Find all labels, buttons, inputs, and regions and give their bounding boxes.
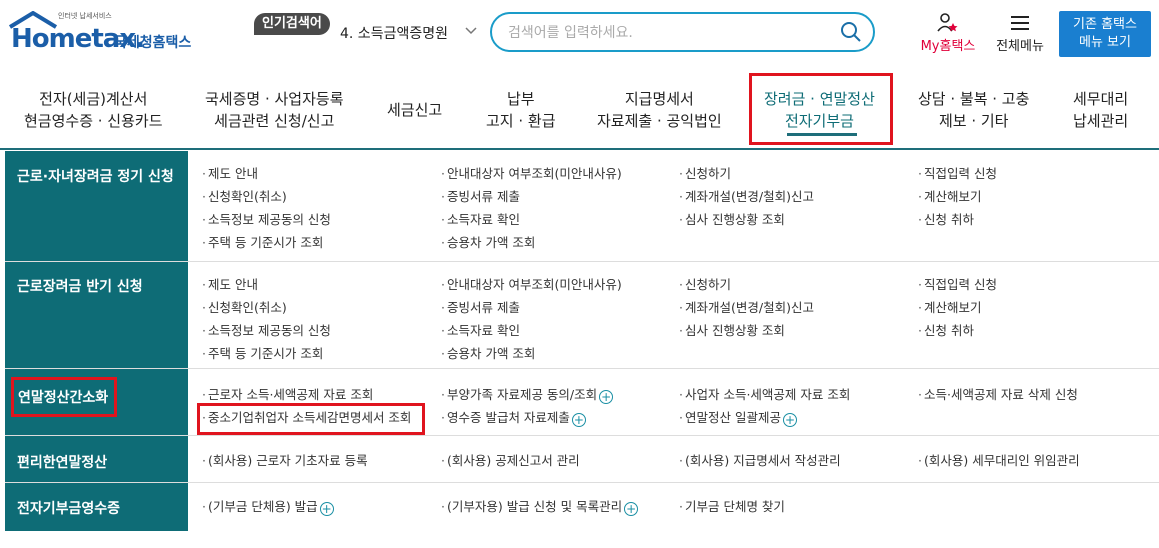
link-item[interactable]: · 기부금 단체명 찾기 [679,496,785,515]
link-item[interactable]: · 직접입력 신청 [918,274,997,293]
link-item[interactable]: · 연말정산 일괄제공 + [679,407,797,427]
link-item[interactable]: · 신청확인(취소) [202,186,287,205]
link-item[interactable]: · 계산해보기 [918,297,982,316]
old-menu-button[interactable]: 기존 홈택스 메뉴 보기 [1059,11,1151,57]
section-title[interactable]: 전자기부금영수증 [17,498,120,518]
gnb-label-line1: 납부 [506,90,535,108]
link-item[interactable]: · 안내대상자 여부조회(미안내사유) [441,274,622,293]
section-title[interactable]: 근로·자녀장려금 정기 신청 [17,166,174,186]
link-item[interactable]: · 승용차 가액 조회 [441,232,535,251]
gnb-item-payment-statement[interactable]: 지급명세서 자료제출 · 공익법인 [597,88,722,132]
link-item[interactable]: · 제도 안내 [202,274,258,293]
link-item[interactable]: · 신청하기 [679,163,731,182]
link-item[interactable]: · 소득정보 제공동의 신청 [202,320,331,339]
link-item[interactable]: · (기부자용) 발급 신청 및 목록관리 + [441,496,639,516]
search-box [490,12,875,52]
section-title[interactable]: 근로장려금 반기 신청 [17,276,143,296]
gnb-label-line2: 자료제출 · 공익법인 [597,112,722,130]
plus-circle-icon[interactable]: + [571,413,586,427]
section-title[interactable]: 편리한연말정산 [17,452,107,472]
gnb-item-e-invoice[interactable]: 전자(세금)계산서 현금영수증 · 신용카드 [24,88,163,132]
all-menu-button[interactable]: 전체메뉴 [990,13,1050,54]
logo-tagline: 인터넷 납세서비스 [58,12,112,20]
plus-circle-icon[interactable]: + [624,502,639,516]
link-item[interactable]: · (기부금 단체용) 발급 + [202,496,334,516]
link-item[interactable]: · 사업자 소득·세액공제 자료 조회 [679,384,850,403]
link-item[interactable]: · 계좌개설(변경/철회)신고 [679,297,814,316]
gnb-label-line1: 전자(세금)계산서 [39,90,148,108]
link-item[interactable]: · (회사용) 근로자 기초자료 등록 [202,450,368,469]
link-item[interactable]: · (회사용) 세무대리인 위임관리 [918,450,1080,469]
chevron-down-icon[interactable] [465,24,477,36]
link-item[interactable]: · 심사 진행상황 조회 [679,209,785,228]
gnb-item-tax-return[interactable]: 세금신고 [387,99,442,121]
my-hometax-label: My홈택스 [920,39,976,54]
link-item[interactable]: · 심사 진행상황 조회 [679,320,785,339]
link-item[interactable]: · 소득자료 확인 [441,320,520,339]
link-item[interactable]: · 증빙서류 제출 [441,186,520,205]
link-item[interactable]: · (회사용) 지급명세서 작성관리 [679,450,841,469]
link-item[interactable]: · 주택 등 기준시가 조회 [202,343,323,362]
link-item[interactable]: · 신청확인(취소) [202,297,287,316]
link-item[interactable]: · 신청 취하 [918,320,974,339]
link-item[interactable]: · 신청 취하 [918,209,974,228]
link-item[interactable]: · 소득·세액공제 자료 삭제 신청 [918,384,1078,403]
link-item[interactable]: · 제도 안내 [202,163,258,182]
highlight-box-section-title [11,377,117,417]
link-item[interactable]: · 소득정보 제공동의 신청 [202,209,331,228]
link-item[interactable]: · 영수증 발급처 자료제출 + [441,407,586,427]
gnb-item-tax-agent[interactable]: 세무대리 납세관리 [1073,88,1128,132]
link-item[interactable]: · 부양가족 자료제공 동의/조회 + [441,384,614,404]
link-item[interactable]: · 안내대상자 여부조회(미안내사유) [441,163,622,182]
popular-search-item[interactable]: 4. 소득금액증명원 [340,23,448,43]
old-menu-line1: 기존 홈택스 [1073,17,1137,32]
gnb-label-line1: 세무대리 [1073,90,1129,108]
old-menu-line2: 메뉴 보기 [1079,35,1131,50]
link-item[interactable]: · 계산해보기 [918,186,982,205]
gnb-item-certificate[interactable]: 국세증명 · 사업자등록 세금관련 신청/신고 [205,88,344,132]
gnb-label-line2: 현금영수증 · 신용카드 [24,112,163,130]
link-item[interactable]: · (회사용) 공제신고서 관리 [441,450,580,469]
all-menu-label: 전체메뉴 [996,39,1044,54]
gnb-label-line2: 고지 · 환급 [486,112,556,130]
plus-circle-icon[interactable]: + [319,502,334,516]
search-input[interactable] [508,22,828,44]
hometax-logo[interactable]: 인터넷 납세서비스 Hometax. 국세청홈택스 [8,10,208,54]
gnb-label-line1: 국세증명 · 사업자등록 [205,90,344,108]
gnb-item-payment[interactable]: 납부 고지 · 환급 [486,88,556,132]
popular-search-label: 인기검색어 [254,13,330,35]
logo-korean: 국세청홈택스 [114,35,192,51]
gnb-label-line2: 세금관련 신청/신고 [214,112,335,130]
plus-circle-icon[interactable]: + [782,413,797,427]
highlight-box-link [197,403,425,435]
link-item[interactable]: · 증빙서류 제출 [441,297,520,316]
highlight-box-active-tab [749,73,893,145]
link-item[interactable]: · 소득자료 확인 [441,209,520,228]
gnb-label-line2: 제보 · 기타 [938,112,1009,130]
link-item[interactable]: · 근로자 소득·세액공제 자료 조회 [202,384,373,403]
search-icon[interactable] [839,20,863,44]
top-header: 인터넷 납세서비스 Hometax. 국세청홈택스 인기검색어 4. 소득금액증… [0,0,1159,70]
link-item[interactable]: · 계좌개설(변경/철회)신고 [679,186,814,205]
gnb-label-line1: 세금신고 [387,101,443,119]
hamburger-icon [1011,16,1029,30]
my-hometax-button[interactable]: My홈택스 [915,13,981,54]
user-icon [937,13,958,32]
gnb-item-consulting[interactable]: 상담 · 불복 · 고충 제보 · 기타 [918,88,1029,132]
link-item[interactable]: · 주택 등 기준시가 조회 [202,232,323,251]
link-item[interactable]: · 승용차 가액 조회 [441,343,535,362]
link-item[interactable]: · 신청하기 [679,274,731,293]
plus-circle-icon[interactable]: + [599,390,614,404]
gnb-label-line1: 상담 · 불복 · 고충 [918,90,1030,108]
gnb-label-line1: 지급명세서 [624,90,694,108]
gnb-label-line2: 납세관리 [1073,112,1129,130]
link-item[interactable]: · 직접입력 신청 [918,163,997,182]
